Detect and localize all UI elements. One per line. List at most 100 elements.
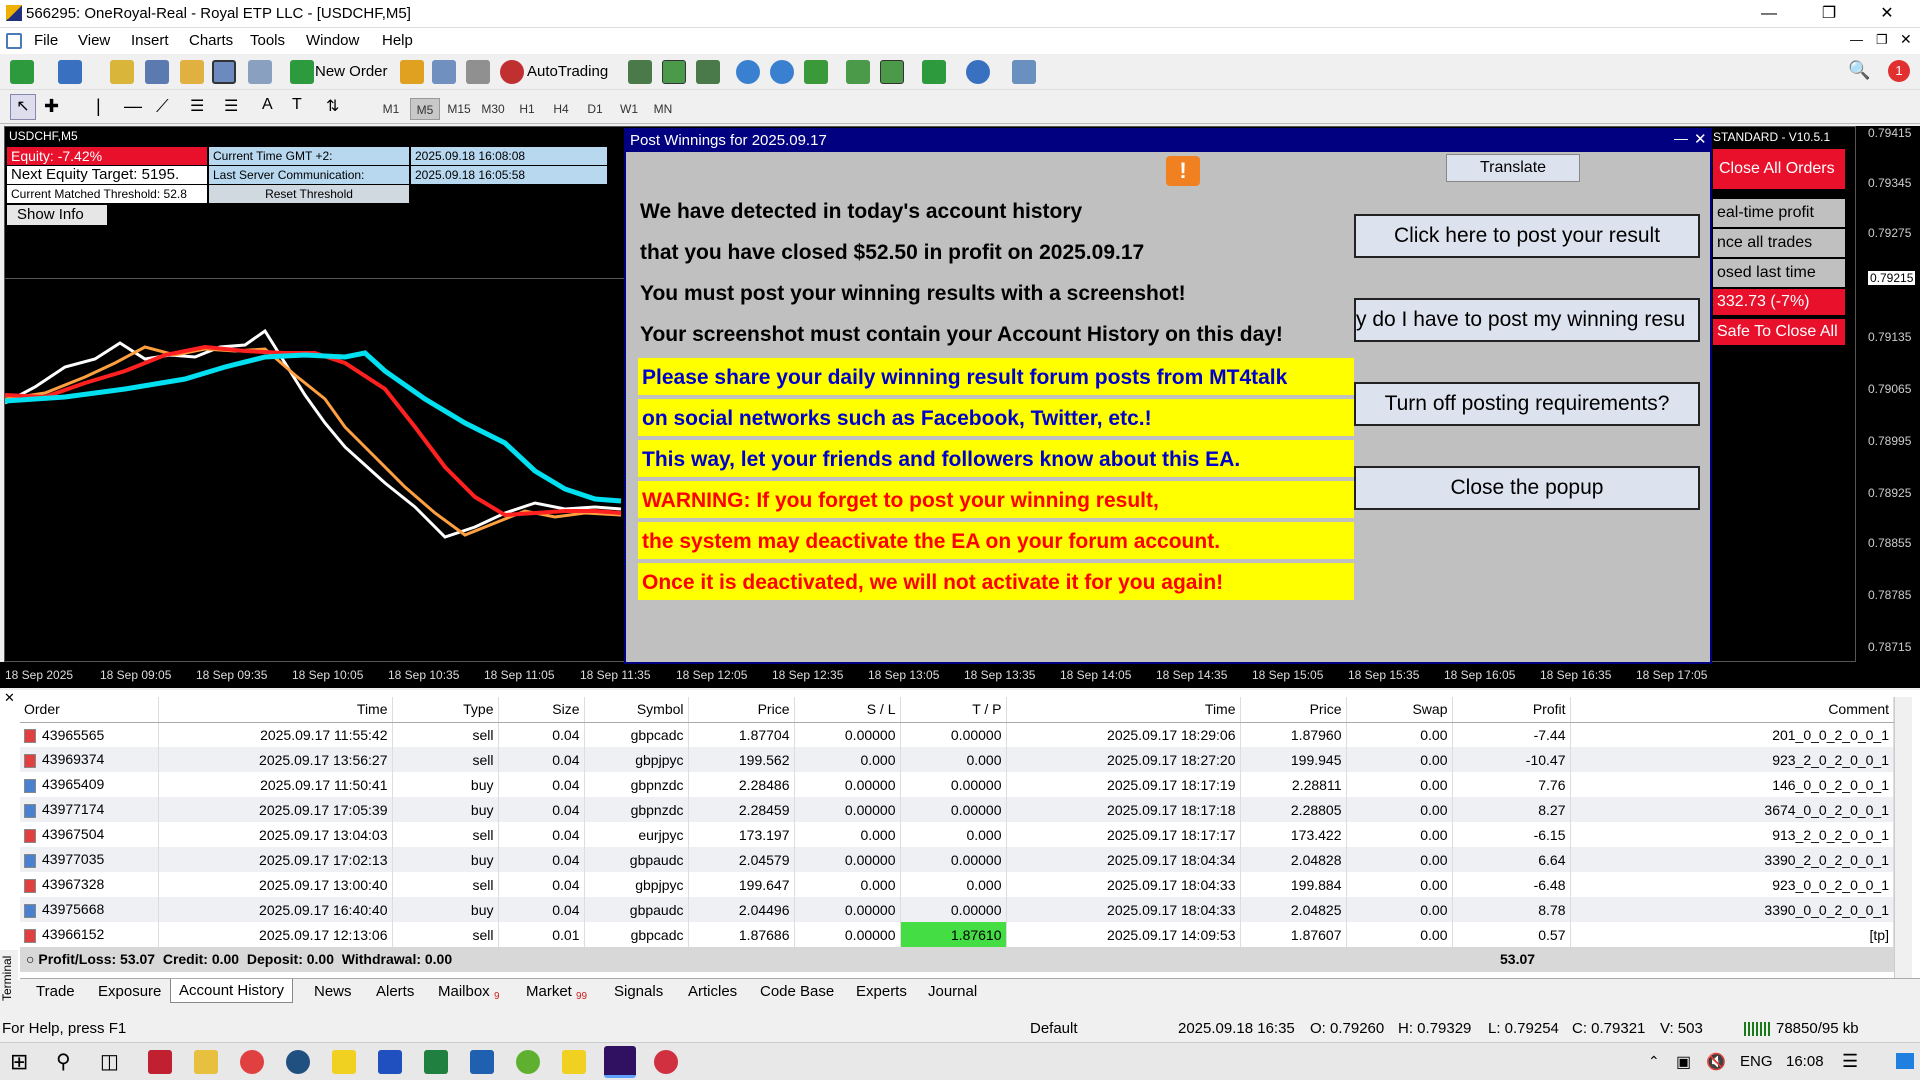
tab-exposure[interactable]: Exposure — [98, 983, 161, 1000]
col-open-price[interactable]: Price — [688, 697, 795, 723]
menu-window[interactable]: Window — [306, 32, 359, 49]
arrows-icon[interactable]: ⇅ — [326, 96, 339, 116]
tab-alerts[interactable]: Alerts — [376, 983, 414, 1000]
tile-windows-icon[interactable] — [804, 60, 828, 84]
terminal-icon[interactable] — [212, 60, 236, 84]
new-order-icon[interactable] — [290, 60, 314, 84]
tf-m30[interactable]: M30 — [478, 98, 508, 120]
menu-charts[interactable]: Charts — [189, 32, 233, 49]
templates-icon[interactable] — [1012, 60, 1036, 84]
show-desktop-icon[interactable] — [1896, 1053, 1914, 1069]
indicators-icon[interactable] — [922, 60, 946, 84]
menu-file[interactable]: File — [34, 32, 58, 49]
trendline-icon[interactable]: ⟋ — [156, 96, 169, 117]
autotrading-button[interactable]: AutoTrading — [527, 63, 608, 80]
chrome-icon[interactable] — [240, 1050, 264, 1074]
metatrader-icon[interactable] — [604, 1046, 636, 1078]
green-app-icon[interactable] — [516, 1050, 540, 1074]
signals-icon[interactable] — [432, 60, 456, 84]
col-comment[interactable]: Comment — [1570, 697, 1894, 723]
turn-off-posting-button[interactable]: Turn off posting requirements? — [1354, 382, 1700, 426]
close-popup-button[interactable]: Close the popup — [1354, 466, 1700, 510]
table-row[interactable]: 43969374 2025.09.17 13:56:27 sell 0.04 gbpjp… — [20, 747, 1894, 772]
table-row[interactable]: 43965565 2025.09.17 11:55:42 sell 0.04 gbpca… — [20, 722, 1894, 747]
table-row[interactable]: 43977174 2025.09.17 17:05:39 buy 0.04 gbpnzd… — [20, 797, 1894, 822]
volume-muted-icon[interactable]: 🔇 — [1706, 1052, 1726, 1072]
tf-m1[interactable]: M1 — [376, 98, 406, 120]
edge-icon[interactable] — [286, 1050, 310, 1074]
tray-chevron-icon[interactable]: ⌃ — [1648, 1053, 1660, 1070]
candlestick-icon[interactable] — [662, 60, 686, 84]
tab-trade[interactable]: Trade — [36, 983, 75, 1000]
market-watch-icon[interactable] — [110, 60, 134, 84]
tf-d1[interactable]: D1 — [580, 98, 610, 120]
task-view-icon[interactable]: ◫ — [100, 1049, 119, 1074]
notification-badge[interactable]: 1 — [1888, 60, 1910, 82]
new-order-button[interactable]: New Order — [315, 63, 388, 80]
popup-close-icon[interactable]: ✕ — [1694, 130, 1707, 148]
col-type[interactable]: Type — [392, 697, 499, 723]
table-row[interactable]: 43965409 2025.09.17 11:50:41 buy 0.04 gbpnzd… — [20, 772, 1894, 797]
app-taskbar-icon[interactable] — [148, 1050, 172, 1074]
col-tp[interactable]: T / P — [900, 697, 1007, 723]
table-row[interactable]: 43967504 2025.09.17 13:04:03 sell 0.04 eurjp… — [20, 822, 1894, 847]
menu-tools[interactable]: Tools — [250, 32, 285, 49]
table-row[interactable]: 43975668 2025.09.17 16:40:40 buy 0.04 gbpaud… — [20, 897, 1894, 922]
table-row[interactable]: 43966152 2025.09.17 12:13:06 sell 0.01 gbpca… — [20, 922, 1894, 947]
profiles-icon[interactable] — [58, 60, 82, 84]
yellow-app-icon[interactable] — [562, 1050, 586, 1074]
tab-market[interactable]: Market — [526, 983, 572, 1000]
table-row[interactable]: 43977035 2025.09.17 17:02:13 buy 0.04 gbpaud… — [20, 847, 1894, 872]
text-label-icon[interactable]: T — [292, 96, 302, 114]
tab-account-history[interactable]: Account History — [170, 979, 294, 1003]
close-icon[interactable]: ✕ — [1864, 0, 1910, 28]
metaeditor-icon[interactable] — [400, 60, 424, 84]
col-symbol[interactable]: Symbol — [584, 697, 689, 723]
new-chart-icon[interactable] — [10, 60, 34, 84]
tab-articles[interactable]: Articles — [688, 983, 737, 1000]
chart-shift-icon[interactable] — [846, 60, 870, 84]
fbs-app-icon[interactable] — [424, 1050, 448, 1074]
why-post-button[interactable]: y do I have to post my winning resu — [1354, 298, 1700, 342]
col-close-time[interactable]: Time — [1006, 697, 1241, 723]
search-taskbar-icon[interactable]: ⚲ — [56, 1049, 71, 1074]
channel-icon[interactable]: ☰ — [190, 96, 204, 116]
col-open-time[interactable]: Time — [158, 697, 393, 723]
close-all-orders-button[interactable]: Close All Orders — [1713, 149, 1845, 189]
p-app-icon[interactable] — [470, 1050, 494, 1074]
data-window-icon[interactable] — [145, 60, 169, 84]
col-close-price[interactable]: Price — [1240, 697, 1347, 723]
file-explorer-icon[interactable] — [194, 1050, 218, 1074]
navigator-icon[interactable] — [180, 60, 204, 84]
col-size[interactable]: Size — [498, 697, 585, 723]
language-indicator[interactable]: ENG — [1740, 1053, 1773, 1070]
post-result-button[interactable]: Click here to post your result — [1354, 214, 1700, 258]
network-icon[interactable]: ▣ — [1676, 1052, 1691, 1072]
tf-m5[interactable]: M5 — [410, 98, 440, 120]
col-profit[interactable]: Profit — [1452, 697, 1571, 723]
menu-view[interactable]: View — [78, 32, 110, 49]
autoscroll-icon[interactable] — [880, 60, 904, 84]
fibonacci-icon[interactable]: ☰ — [224, 96, 238, 116]
jm-app-icon[interactable] — [378, 1050, 402, 1074]
line-chart-icon[interactable] — [696, 60, 720, 84]
vertical-line-icon[interactable]: | — [96, 96, 101, 117]
autotrading-icon[interactable] — [500, 60, 524, 84]
tf-h1[interactable]: H1 — [512, 98, 542, 120]
table-row[interactable]: 43967328 2025.09.17 13:00:40 sell 0.04 gbpjp… — [20, 872, 1894, 897]
popup-minimize-icon[interactable]: — — [1674, 130, 1688, 146]
minimize-icon[interactable]: — — [1746, 0, 1792, 28]
tester-icon[interactable] — [248, 60, 272, 84]
col-sl[interactable]: S / L — [794, 697, 901, 723]
terminal-close-icon[interactable]: ✕ — [4, 690, 15, 706]
tab-mailbox[interactable]: Mailbox — [438, 983, 490, 1000]
tab-journal[interactable]: Journal — [928, 983, 977, 1000]
red-app-icon[interactable] — [654, 1050, 678, 1074]
tf-h4[interactable]: H4 — [546, 98, 576, 120]
zoom-out-icon[interactable] — [770, 60, 794, 84]
bar-chart-icon[interactable] — [628, 60, 652, 84]
search-icon[interactable]: 🔍 — [1848, 60, 1870, 81]
tf-w1[interactable]: W1 — [614, 98, 644, 120]
crosshair-icon[interactable]: ✚ — [44, 96, 59, 117]
scrollbar[interactable] — [1894, 697, 1912, 979]
